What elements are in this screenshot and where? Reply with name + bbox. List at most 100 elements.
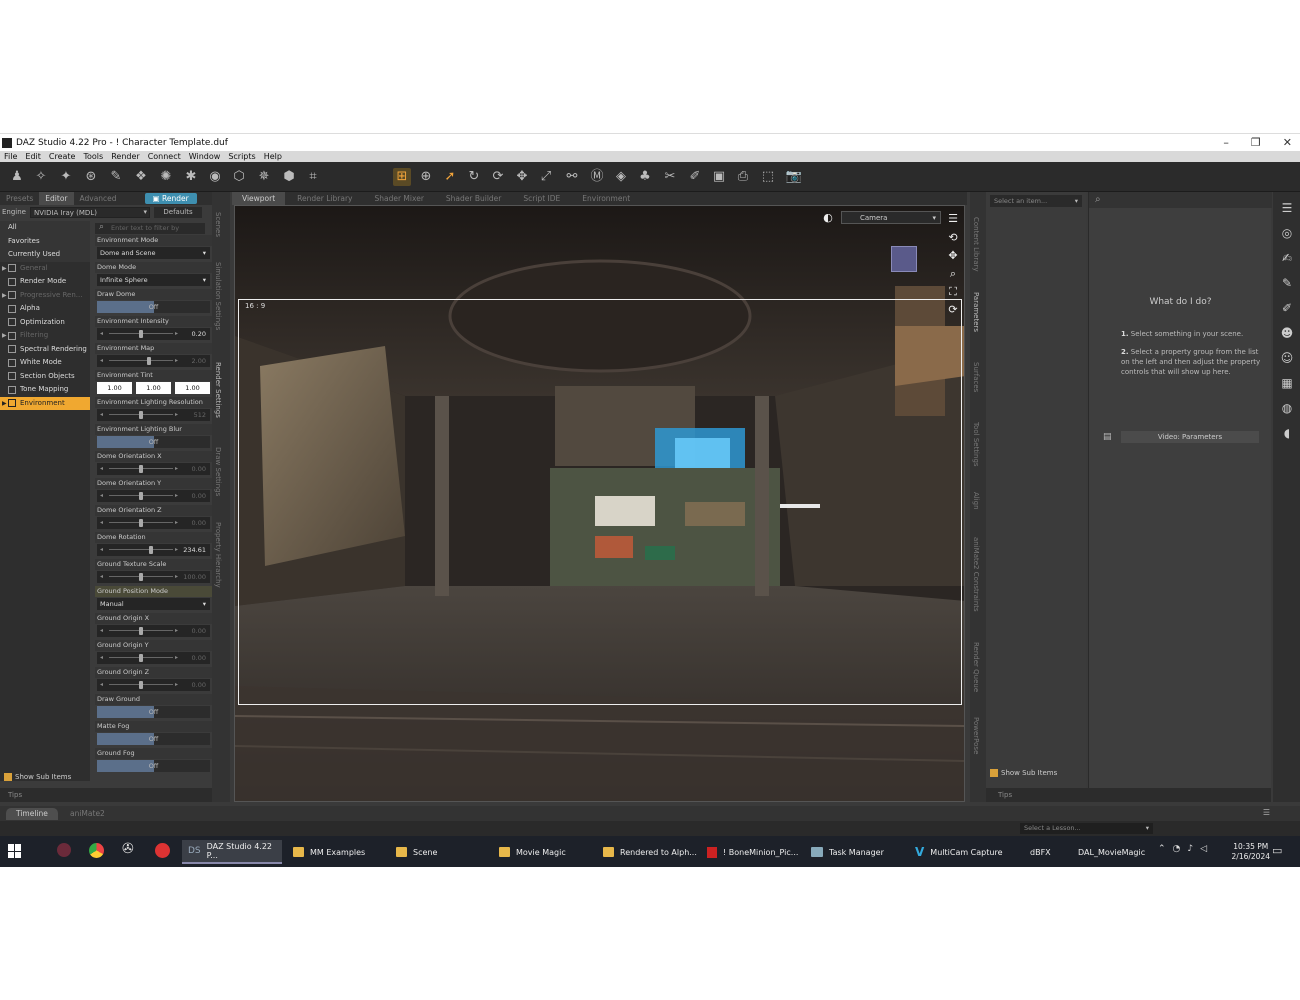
move-target-icon[interactable]: ⊕ <box>417 168 435 186</box>
tab-tool-settings[interactable]: Tool Settings <box>972 422 980 467</box>
matte-fog-toggle[interactable]: Off <box>97 733 210 745</box>
tab-surfaces[interactable]: Surfaces <box>972 362 980 392</box>
orbit-camera-icon[interactable]: ⟲ <box>946 231 960 245</box>
dome-orientation-z-slider[interactable]: 0.00 <box>97 517 210 529</box>
defaults-button[interactable]: Defaults <box>154 206 202 218</box>
tab-timeline[interactable]: Timeline <box>6 808 58 820</box>
app-red-icon[interactable] <box>155 843 170 858</box>
tab-animate2-constraints[interactable]: aniMate2 Constraints <box>972 537 980 612</box>
tips-bar[interactable]: Tips <box>0 788 212 802</box>
category-filtering[interactable]: ▶ Filtering <box>0 329 90 343</box>
globe-icon[interactable]: ◍ <box>1279 400 1295 416</box>
category-progressive-rendering[interactable]: ▶ Progressive Ren... <box>0 289 90 303</box>
video-parameters-button[interactable]: Video: Parameters <box>1121 431 1259 443</box>
surface-tool-icon[interactable]: ⬢ <box>280 168 298 186</box>
select-item-dropdown[interactable]: Select an item... <box>990 195 1082 207</box>
menu-icon[interactable]: ☰ <box>1279 200 1295 216</box>
category-white-mode[interactable]: White Mode <box>0 356 90 370</box>
camera-select[interactable]: Camera <box>841 211 941 224</box>
rotate-icon[interactable]: ↻ <box>465 168 483 186</box>
environment-intensity-slider[interactable]: 0.20 <box>97 328 210 340</box>
scene-info-icon[interactable]: ◎ <box>1279 225 1295 241</box>
pan-camera-icon[interactable]: ✥ <box>946 249 960 263</box>
ground-fog-toggle[interactable]: Off <box>97 760 210 772</box>
tab-draw-settings[interactable]: Draw Settings <box>214 447 222 496</box>
chrome-icon[interactable] <box>89 843 104 858</box>
close-button[interactable]: ✕ <box>1283 136 1292 149</box>
minimize-button[interactable]: – <box>1223 136 1229 149</box>
ground-texture-scale-slider[interactable]: 100.00 <box>97 571 210 583</box>
dome-rotation-slider[interactable]: 234.61 <box>97 544 210 556</box>
tab-script-ide[interactable]: Script IDE <box>513 192 570 205</box>
render-button[interactable]: ▣ Render <box>144 193 197 204</box>
head-icon[interactable]: ☺ <box>1279 350 1295 366</box>
tab-presets[interactable]: Presets <box>0 192 39 205</box>
tint-blue-field[interactable]: 1.00 <box>175 382 210 394</box>
frame-icon[interactable]: ⛶ <box>946 285 960 299</box>
draw-ground-toggle[interactable]: Off <box>97 706 210 718</box>
node-tool-icon[interactable]: ✧ <box>32 168 50 186</box>
category-general[interactable]: ▶ General <box>0 262 90 276</box>
draw-dome-toggle[interactable]: Off <box>97 301 210 313</box>
tab-simulation-settings[interactable]: Simulation Settings <box>214 262 222 330</box>
dome-mode-select[interactable]: Infinite Sphere <box>97 274 210 286</box>
environment-map-slider[interactable]: 2.00 <box>97 355 210 367</box>
taskbar-item-movie-magic[interactable]: Movie Magic <box>493 840 572 864</box>
universal-tool-icon[interactable]: ⊞ <box>393 168 411 186</box>
tab-render-queue[interactable]: Render Queue <box>972 642 980 692</box>
surface-select-icon[interactable]: ✐ <box>686 168 704 186</box>
engine-select[interactable]: NVIDIA Iray (MDL) <box>30 206 150 218</box>
pose-icon[interactable]: ✍ <box>1279 250 1295 266</box>
tab-parameters[interactable]: Parameters <box>972 292 980 332</box>
network-icon[interactable]: ◔ <box>1173 844 1181 854</box>
ground-position-mode-select[interactable]: Manual <box>97 598 210 610</box>
face-icon[interactable]: ☻ <box>1279 325 1295 341</box>
figure-icon[interactable]: ♟ <box>8 168 26 186</box>
lighting-resolution-slider[interactable]: 512 <box>97 409 210 421</box>
orbit-icon[interactable]: ⟳ <box>489 168 507 186</box>
filter-input[interactable]: Enter text to filter by <box>95 222 205 234</box>
tab-viewport[interactable]: Viewport <box>232 192 286 205</box>
ground-origin-x-slider[interactable]: 0.00 <box>97 625 210 637</box>
right-tips-bar[interactable]: Tips <box>986 788 1271 802</box>
region-icon[interactable]: ⌗ <box>304 168 322 186</box>
menu-tools[interactable]: Tools <box>83 152 103 161</box>
show-sub-items-checkbox[interactable]: Show Sub Items <box>4 773 71 781</box>
tab-shader-builder[interactable]: Shader Builder <box>436 192 511 205</box>
menu-edit[interactable]: Edit <box>25 152 41 161</box>
shaping-icon[interactable]: ✐ <box>1279 300 1295 316</box>
menu-file[interactable]: File <box>4 152 17 161</box>
light-tool-icon[interactable]: ✵ <box>255 168 273 186</box>
morph-icon[interactable]: ✎ <box>1279 275 1295 291</box>
category-alpha[interactable]: Alpha <box>0 302 90 316</box>
taskbar-item-multicam[interactable]: V MultiCam Capture <box>909 840 1008 864</box>
restore-button[interactable]: ❐ <box>1251 136 1261 149</box>
pointer-icon[interactable]: ➚ <box>441 168 459 186</box>
clock[interactable]: 10:35 PM 2/16/2024 <box>1232 842 1270 862</box>
tab-advanced[interactable]: Advanced <box>74 192 123 205</box>
app-pin-icon[interactable] <box>57 843 71 857</box>
geometry-editor-icon[interactable]: ❖ <box>132 168 150 186</box>
ground-origin-y-slider[interactable]: 0.00 <box>97 652 210 664</box>
sound-icon[interactable]: ◖ <box>1279 425 1295 441</box>
taskbar-item-mm-examples[interactable]: MM Examples <box>287 840 371 864</box>
davinci-icon[interactable]: ✇ <box>122 841 134 857</box>
category-favorites[interactable]: Favorites <box>0 234 90 248</box>
ground-origin-z-slider[interactable]: 0.00 <box>97 679 210 691</box>
morph-icon[interactable]: Ⓜ <box>588 168 606 186</box>
brush-icon[interactable]: ✎ <box>107 168 125 186</box>
menu-scripts[interactable]: Scripts <box>228 152 255 161</box>
menu-help[interactable]: Help <box>264 152 282 161</box>
taskbar-item-rendered[interactable]: Rendered to Alph... <box>597 840 703 864</box>
chevron-up-icon[interactable]: ⌃ <box>1158 844 1166 854</box>
environment-mode-select[interactable]: Dome and Scene <box>97 247 210 259</box>
menu-window[interactable]: Window <box>189 152 221 161</box>
dome-orientation-x-slider[interactable]: 0.00 <box>97 463 210 475</box>
tab-animate2[interactable]: aniMate2 <box>60 808 115 820</box>
power-pose-icon[interactable]: ♣ <box>636 168 654 186</box>
category-environment[interactable]: ▶ Environment <box>0 396 90 410</box>
tab-scenes[interactable]: Scenes <box>214 212 222 237</box>
taskbar-item-daz[interactable]: DS DAZ Studio 4.22 P... <box>182 840 282 864</box>
tab-content-library[interactable]: Content Library <box>972 217 980 272</box>
taskbar-item-boneminion[interactable]: ! BoneMinion_Pic... <box>701 840 804 864</box>
